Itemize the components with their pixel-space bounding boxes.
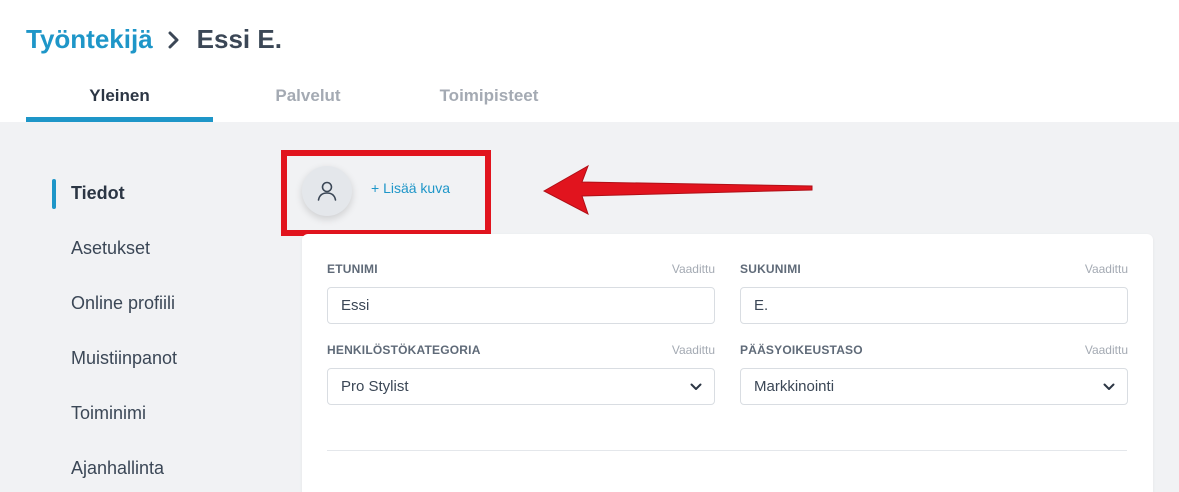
tab-toimipisteet[interactable]: Toimipisteet: [403, 78, 575, 122]
sidenav-item-tiedot[interactable]: Tiedot: [52, 174, 177, 229]
tab-yleinen[interactable]: Yleinen: [26, 78, 213, 122]
page-header: Työntekijä Essi E. Yleinen Palvelut Toim…: [0, 0, 1179, 122]
sidenav-item-asetukset[interactable]: Asetukset: [52, 229, 177, 284]
page-title: Essi E.: [196, 24, 282, 54]
add-photo-link[interactable]: + Lisää kuva: [371, 180, 450, 196]
last-name-input[interactable]: E.: [740, 287, 1128, 324]
chevron-down-icon: [690, 383, 702, 390]
first-name-required: Vaadittu: [671, 262, 715, 276]
sidenav-item-ajanhallinta[interactable]: Ajanhallinta: [52, 449, 177, 492]
tab-palvelut[interactable]: Palvelut: [213, 78, 403, 122]
access-level-required: Vaadittu: [1084, 343, 1128, 357]
access-level-select[interactable]: Markkinointi: [740, 368, 1128, 405]
first-name-input[interactable]: Essi: [327, 287, 715, 324]
last-name-required: Vaadittu: [1084, 262, 1128, 276]
section-divider: [327, 450, 1127, 451]
access-level-value: Markkinointi: [754, 378, 835, 395]
tab-bar: Yleinen Palvelut Toimipisteet: [26, 78, 575, 122]
last-name-group: SUKUNIMI Vaadittu E.: [740, 262, 1128, 324]
employee-details-card: ETUNIMI Vaadittu Essi SUKUNIMI Vaadittu …: [302, 234, 1153, 492]
chevron-right-icon: [165, 26, 185, 54]
staff-category-required: Vaadittu: [671, 343, 715, 357]
last-name-label: SUKUNIMI: [740, 262, 801, 276]
first-name-label: ETUNIMI: [327, 262, 378, 276]
sidenav-item-online-profiili[interactable]: Online profiili: [52, 284, 177, 339]
annotation-arrow-icon: [542, 164, 813, 216]
staff-category-label: HENKILÖSTÖKATEGORIA: [327, 343, 481, 357]
staff-category-value: Pro Stylist: [341, 378, 409, 395]
side-navigation: Tiedot Asetukset Online profiili Muistii…: [52, 174, 177, 492]
profile-avatar[interactable]: [302, 166, 352, 216]
chevron-down-icon: [1103, 383, 1115, 390]
staff-category-select[interactable]: Pro Stylist: [327, 368, 715, 405]
first-name-group: ETUNIMI Vaadittu Essi: [327, 262, 715, 324]
user-icon: [317, 181, 337, 201]
sidenav-item-toiminimi[interactable]: Toiminimi: [52, 394, 177, 449]
breadcrumb-parent-link[interactable]: Työntekijä: [26, 24, 153, 55]
access-level-label: PÄÄSYOIKEUSTASO: [740, 343, 863, 357]
breadcrumb: Työntekijä Essi E.: [26, 24, 282, 55]
sidenav-item-muistiinpanot[interactable]: Muistiinpanot: [52, 339, 177, 394]
staff-category-group: HENKILÖSTÖKATEGORIA Vaadittu Pro Stylist: [327, 343, 715, 405]
content-area: Tiedot Asetukset Online profiili Muistii…: [0, 122, 1179, 492]
access-level-group: PÄÄSYOIKEUSTASO Vaadittu Markkinointi: [740, 343, 1128, 405]
